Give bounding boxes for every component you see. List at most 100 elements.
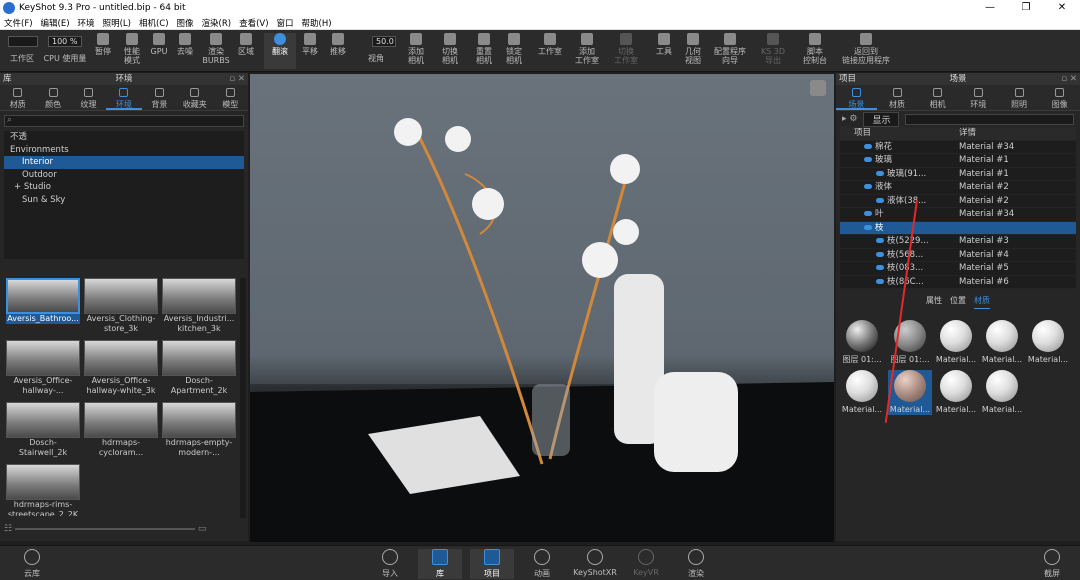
table-row[interactable]: 液体(38... Material #2 (840, 195, 1076, 208)
env-thumb[interactable]: Aversis_Clothing- store_3k (84, 278, 158, 334)
table-row[interactable]: 棉花 Material #34 (840, 141, 1076, 154)
visibility-eye-icon[interactable] (864, 143, 872, 149)
import-button[interactable]: 导入 (368, 549, 412, 579)
menu-image[interactable]: 图像 (173, 17, 198, 29)
tab-environment[interactable]: 环境 (958, 85, 999, 110)
table-row[interactable]: 液体 Material #2 (840, 181, 1076, 195)
visibility-eye-icon[interactable] (864, 184, 872, 189)
folder-icon[interactable]: ▭ (198, 524, 207, 534)
lock-camera-button[interactable]: 锁定 相机 (502, 33, 526, 65)
material-swatch[interactable]: Material... (1026, 320, 1070, 365)
panel-close-icon[interactable]: ▫ ✕ (229, 73, 245, 85)
scene-search-input[interactable] (905, 113, 1074, 125)
material-swatch[interactable]: Material... (840, 370, 884, 415)
maximize-button[interactable]: ❐ (1008, 0, 1044, 16)
material-swatch[interactable]: Material... (934, 320, 978, 365)
screenshot-button[interactable]: 截屏 (1030, 549, 1074, 579)
menu-render[interactable]: 渲染(R) (198, 17, 236, 29)
workspace-button[interactable]: 工作区 (6, 54, 38, 63)
cloud-library-button[interactable]: 云库 (10, 549, 54, 579)
env-thumb[interactable]: Aversis_Bathroo... (6, 278, 80, 324)
show-dropdown[interactable]: 显示 (863, 111, 900, 127)
visibility-eye-icon[interactable] (876, 238, 884, 243)
env-thumb[interactable]: hdrmaps-rims- streetscape_2_2K (6, 464, 80, 516)
return-to-linked-app-button[interactable]: 返回到 链接应用程序 (838, 33, 894, 65)
env-thumb[interactable]: hdrmaps- cycloram... (84, 402, 158, 458)
table-row[interactable]: 枝(083... Material #5 (840, 262, 1076, 276)
tab-backplates[interactable]: 背景 (142, 85, 177, 110)
keyshotxr-button[interactable]: KeyShotXR (570, 549, 620, 577)
tab-material[interactable]: 材质 (877, 85, 918, 110)
region-button[interactable]: 区域 (234, 33, 258, 56)
configurator-wizard-button[interactable]: 配置程序 向导 (710, 33, 750, 65)
ks3d-export-button[interactable]: KS 3D 导出 (758, 33, 788, 65)
library-toggle-button[interactable]: 库 (418, 549, 462, 579)
viewport-overlay-icon[interactable] (810, 80, 826, 96)
menu-edit[interactable]: 编辑(E) (37, 17, 74, 29)
tree-item-interior[interactable]: Interior (4, 156, 244, 169)
filter-icon[interactable]: ▸ ⚙ (842, 114, 857, 124)
geometry-view-button[interactable]: 几何 视图 (680, 33, 706, 65)
material-swatch[interactable]: Material... (980, 370, 1024, 415)
library-scrollbar[interactable] (240, 278, 246, 518)
material-swatch[interactable]: Material... (980, 320, 1024, 365)
close-button[interactable]: ✕ (1044, 0, 1080, 16)
fov-field[interactable]: 50.0 (372, 36, 396, 47)
project-toggle-button[interactable]: 项目 (470, 549, 514, 579)
table-row[interactable]: 枝(5229... Material #3 (840, 235, 1076, 249)
env-thumb[interactable]: Aversis_Office- hallway-white_3k (84, 340, 158, 396)
table-row[interactable]: 枝(86C...Material #6 (840, 276, 1076, 289)
tab-models[interactable]: 模型 (213, 85, 248, 110)
menu-window[interactable]: 窗口 (273, 17, 298, 29)
menu-file[interactable]: 文件(F) (0, 17, 37, 29)
subtab-position[interactable]: 位置 (950, 295, 966, 309)
tree-item-sun-sky[interactable]: Sun & Sky (4, 194, 244, 207)
visibility-eye-icon[interactable] (864, 224, 872, 230)
script-console-button[interactable]: 脚本 控制台 (798, 33, 832, 65)
menu-lighting[interactable]: 照明(L) (99, 17, 135, 29)
tab-scene[interactable]: 场景 (836, 85, 877, 110)
perspective-button[interactable]: 视角 (362, 54, 390, 63)
visibility-eye-icon[interactable] (876, 197, 884, 203)
env-thumb[interactable]: hdrmaps-empty- modern-... (162, 402, 236, 458)
subtab-properties[interactable]: 属性 (926, 295, 942, 309)
table-row[interactable]: 玻璃 Material #1 (840, 154, 1076, 168)
minimize-button[interactable]: — (972, 0, 1008, 16)
pause-button[interactable]: 暂停 (90, 33, 116, 56)
tree-item-outdoor[interactable]: Outdoor (4, 169, 244, 182)
menu-help[interactable]: 帮助(H) (298, 17, 336, 29)
gpu-button[interactable]: GPU (148, 33, 170, 56)
material-swatch[interactable]: Material... (888, 370, 932, 415)
visibility-eye-icon[interactable] (876, 278, 884, 284)
dolly-button[interactable]: 推移 (326, 33, 350, 56)
cpu-usage-button[interactable]: CPU 使用量 (42, 54, 88, 63)
cpu-usage-field[interactable]: 100 % (48, 36, 82, 47)
tree-item-opacity[interactable]: 不透 (4, 131, 244, 144)
zoom-slider[interactable] (14, 527, 195, 530)
tab-camera[interactable]: 相机 (917, 85, 958, 110)
menu-environment[interactable]: 环境 (74, 17, 99, 29)
switch-studio-button[interactable]: 切换 工作室 (610, 33, 642, 65)
library-search-input[interactable]: ⌕ (4, 115, 244, 127)
add-studio-button[interactable]: 添加 工作室 (572, 33, 602, 65)
render-viewport[interactable] (250, 74, 834, 542)
visibility-eye-icon[interactable] (864, 211, 872, 216)
env-thumb[interactable]: Dosch- Stairwell_2k (6, 402, 80, 458)
tab-materials[interactable]: 材质 (0, 85, 35, 110)
tumble-button[interactable]: 翻滚 (264, 33, 296, 69)
visibility-eye-icon[interactable] (864, 157, 872, 162)
material-swatch[interactable]: 图层 01:... (840, 320, 884, 365)
visibility-eye-icon[interactable] (876, 265, 884, 270)
tab-colors[interactable]: 颜色 (35, 85, 70, 110)
env-thumb[interactable]: Aversis_Office- hallway-... (6, 340, 80, 396)
table-row[interactable]: 玻璃(91... Material #1 (840, 168, 1076, 181)
grid-view-icon[interactable]: ☷ (4, 524, 12, 534)
denoise-button[interactable]: 去噪 (172, 33, 198, 56)
pan-button[interactable]: 平移 (298, 33, 322, 56)
tree-item-environments[interactable]: Environments (4, 144, 244, 157)
workspace-dropdown[interactable] (8, 36, 38, 47)
switch-camera-button[interactable]: 切换 相机 (438, 33, 462, 65)
animation-button[interactable]: 动画 (520, 549, 564, 579)
tab-favorites[interactable]: 收藏夹 (177, 85, 212, 110)
tools-button[interactable]: 工具 (652, 33, 676, 56)
